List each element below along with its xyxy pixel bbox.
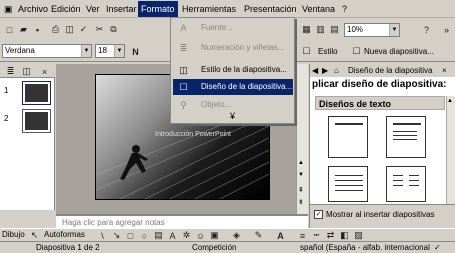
menu-presentacion[interactable]: Presentación <box>242 3 299 16</box>
task-pane-footer: ✓ Mostrar al insertar diapositivas <box>310 204 455 228</box>
layout-two-columns[interactable] <box>386 166 426 202</box>
task-pane-title: plicar diseño de diapositiva: <box>312 79 447 90</box>
chart-icon[interactable]: ▤ <box>328 23 341 36</box>
forward-icon[interactable]: ▶ <box>322 64 328 77</box>
slide-thumbnail[interactable] <box>22 109 51 133</box>
show-on-insert-checkbox[interactable]: ✓ <box>314 210 323 219</box>
font-size-value: 18 <box>98 46 107 55</box>
notes-pane[interactable]: Haga clic para agregar notas <box>56 214 308 228</box>
slide-number: 2 <box>4 114 9 123</box>
columns-icon[interactable]: ▥ <box>314 23 327 36</box>
menu-edicion[interactable]: Edición <box>49 3 83 16</box>
new-slide-button[interactable]: Nueva diapositiva... <box>364 47 434 56</box>
home-icon[interactable]: ⌂ <box>334 64 339 77</box>
scroll-up-icon[interactable]: ▲ <box>298 160 304 166</box>
vertical-scrollbar[interactable]: ▲ ▼ ⇞ ⇟ <box>296 64 308 214</box>
autoformas-menu[interactable]: Autoformas <box>44 230 85 239</box>
save-icon[interactable]: ▪ <box>31 23 44 36</box>
menu-formato[interactable]: Formato <box>138 1 178 17</box>
language-indicator: spañol (España - alfab. internacional <box>300 243 430 252</box>
slides-tab-icon[interactable]: ◫ <box>20 65 33 78</box>
menu-archivo[interactable]: Archivo <box>16 3 50 16</box>
layout-title-text[interactable] <box>386 116 426 158</box>
open-icon[interactable]: ▰ <box>17 23 30 36</box>
notes-placeholder: Haga clic para agregar notas <box>62 218 165 227</box>
help-icon[interactable]: ? <box>420 23 433 36</box>
slide-counter: Diapositiva 1 de 2 <box>36 243 100 252</box>
spelling-status-icon: ✓ <box>434 243 441 252</box>
design-name: Competición <box>192 243 237 252</box>
scroll-down-icon[interactable]: ▼ <box>298 172 304 178</box>
cut-icon[interactable]: ✂ <box>93 23 106 36</box>
bold-icon[interactable]: N <box>129 45 142 58</box>
chevron-down-icon[interactable]: ▼ <box>389 24 399 36</box>
design-icon[interactable]: ☐ <box>300 45 313 58</box>
layout-bullet-list[interactable] <box>328 166 368 202</box>
scroll-up-icon[interactable]: ▲ <box>447 98 453 104</box>
object-icon: ⚲ <box>180 100 187 110</box>
menu-ventana[interactable]: Ventana <box>300 3 337 16</box>
menu-item-fuente[interactable]: A Fuente... <box>173 20 293 36</box>
menu-herramientas[interactable]: Herramientas <box>180 3 238 16</box>
toolbar-options-icon[interactable]: » <box>440 23 453 36</box>
slide-style-icon: ◫ <box>179 65 188 75</box>
close-icon[interactable]: × <box>38 65 51 78</box>
format-menu-dropdown: A Fuente... ≣ Numeración y viñetas... ◫ … <box>170 17 295 124</box>
font-icon: A <box>180 23 187 33</box>
menu-bar: ▣ Archivo Edición Ver Insertar Formato H… <box>0 0 455 18</box>
font-size-combo[interactable]: 18 ▼ <box>95 44 125 58</box>
menu-ver[interactable]: Ver <box>84 3 102 16</box>
drawing-toolbar: Dibujo ↖ Autoformas \ ↘ □ ○ ▤ A ✲ ☺ ▣ ◈ … <box>0 228 455 241</box>
close-icon[interactable]: × <box>442 64 447 77</box>
slide-thumbnail[interactable] <box>22 81 51 105</box>
app-menu-icon[interactable]: ▣ <box>2 3 15 16</box>
new-icon[interactable]: □ <box>3 23 16 36</box>
menu-insertar[interactable]: Insertar <box>104 3 139 16</box>
menu-item-diseno[interactable]: ☐ Diseño de la diapositiva... <box>173 79 293 95</box>
menu-help[interactable]: ? <box>340 3 349 16</box>
font-name-combo[interactable]: Verdana ▼ <box>2 44 92 58</box>
new-slide-icon[interactable]: ☐ <box>350 45 363 58</box>
style-button[interactable]: Estilo <box>318 47 338 56</box>
back-icon[interactable]: ◀ <box>312 64 318 77</box>
status-bar: Diapositiva 1 de 2 Competición spañol (E… <box>0 241 455 253</box>
bullets-icon: ≣ <box>179 43 188 53</box>
layout-title-only[interactable] <box>328 116 368 158</box>
slide-subtitle[interactable]: Introducción PowerPoint <box>128 131 258 138</box>
chevron-down-icon[interactable]: ▼ <box>114 45 124 57</box>
spelling-icon[interactable]: ✓ <box>77 23 90 36</box>
chevron-down-icon[interactable]: ▼ <box>81 45 91 57</box>
outline-tab-icon[interactable]: ≣ <box>4 65 17 78</box>
expand-menu-icon[interactable]: ¥ <box>171 111 294 121</box>
outline-slides-tabs: ≣ ◫ × <box>0 64 55 78</box>
font-name-value: Verdana <box>5 46 35 55</box>
task-pane-header: ◀ ▶ ⌂ Diseño de la diapositiva × <box>310 64 455 77</box>
menu-item-estilo[interactable]: ◫ Estilo de la diapositiva... <box>173 62 293 78</box>
show-on-insert-label: Mostrar al insertar diapositivas <box>326 210 435 219</box>
section-header: Diseños de texto <box>315 96 445 110</box>
dibujo-menu[interactable]: Dibujo <box>2 230 25 239</box>
slides-pane: 1 2 <box>0 78 55 210</box>
task-pane: ◀ ▶ ⌂ Diseño de la diapositiva × plicar … <box>309 64 455 228</box>
print-icon[interactable]: ⎙ <box>49 23 62 36</box>
previous-slide-icon[interactable]: ⇞ <box>298 186 304 194</box>
zoom-value: 10% <box>347 25 364 34</box>
print-preview-icon[interactable]: ◫ <box>63 23 76 36</box>
runner-figure <box>120 145 148 180</box>
slide-number: 1 <box>4 86 9 95</box>
task-pane-scrollbar[interactable]: ▲ <box>446 96 455 204</box>
zoom-combo[interactable]: 10% ▼ <box>344 23 400 37</box>
next-slide-icon[interactable]: ⇟ <box>298 198 304 206</box>
copy-icon[interactable]: ⧉ <box>107 23 120 36</box>
task-pane-name[interactable]: Diseño de la diapositiva <box>348 64 433 77</box>
menu-item-numeracion[interactable]: ≣ Numeración y viñetas... <box>173 40 293 56</box>
slide-layout-icon: ☐ <box>179 82 188 92</box>
table-icon[interactable]: ▦ <box>300 23 313 36</box>
